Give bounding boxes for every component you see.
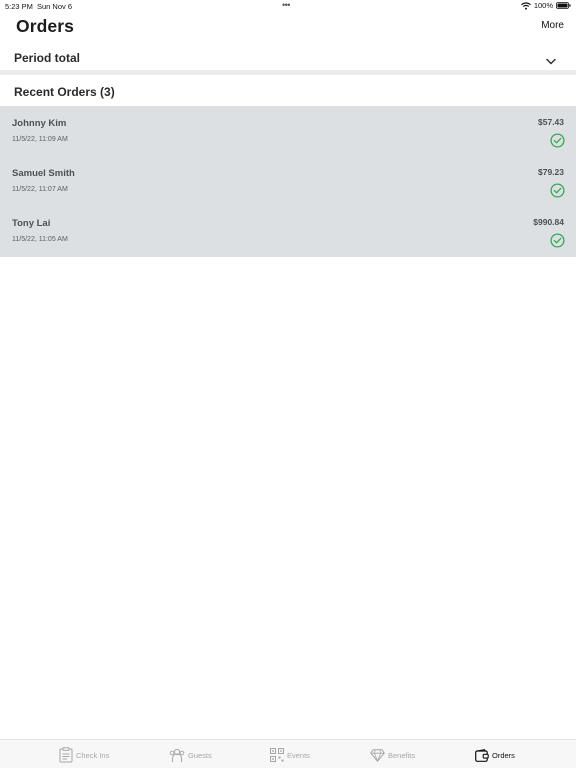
multitasking-dots-icon[interactable]: ••• bbox=[282, 0, 290, 10]
section-divider bbox=[0, 70, 576, 75]
order-customer-name: Tony Lai bbox=[12, 218, 51, 229]
orders-screen: 5:23 PM Sun Nov 6 ••• 100% Orders More P… bbox=[0, 0, 576, 768]
order-amount: $79.23 bbox=[538, 167, 564, 177]
battery-percent: 100% bbox=[533, 1, 553, 10]
order-row[interactable]: Samuel Smith 11/5/22, 11:07 AM $79.23 bbox=[0, 156, 576, 206]
order-customer-name: Johnny Kim bbox=[12, 118, 67, 129]
period-total-toggle[interactable]: Period total bbox=[0, 48, 576, 70]
tab-bar: Check Ins Guests Events Benefits Orders bbox=[0, 739, 576, 768]
status-indicators: 100% bbox=[520, 1, 571, 10]
guests-icon bbox=[169, 747, 185, 763]
tab-benefits[interactable]: Benefits bbox=[370, 746, 415, 764]
diamond-icon bbox=[370, 748, 385, 762]
order-amount: $57.43 bbox=[538, 117, 564, 127]
order-date: 11/5/22, 11:07 AM bbox=[12, 186, 68, 193]
check-circle-icon bbox=[550, 183, 565, 203]
check-circle-icon bbox=[550, 133, 565, 153]
orders-list: Johnny Kim 11/5/22, 11:09 AM $57.43 Samu… bbox=[0, 106, 576, 257]
order-date: 11/5/22, 11:09 AM bbox=[12, 136, 68, 143]
page-title: Orders bbox=[16, 16, 74, 36]
tab-label: Benefits bbox=[388, 750, 416, 760]
order-row[interactable]: Johnny Kim 11/5/22, 11:09 AM $57.43 bbox=[0, 106, 576, 156]
wallet-icon bbox=[475, 748, 489, 762]
order-row[interactable]: Tony Lai 11/5/22, 11:05 AM $990.84 bbox=[0, 206, 576, 256]
battery-icon bbox=[556, 2, 571, 9]
tab-check-ins[interactable]: Check Ins bbox=[59, 746, 109, 764]
check-circle-icon bbox=[550, 233, 565, 253]
chevron-down-icon[interactable] bbox=[546, 52, 556, 70]
status-bar: 5:23 PM Sun Nov 6 ••• 100% bbox=[0, 0, 576, 12]
tab-label: Guests bbox=[188, 750, 212, 760]
period-total-label: Period total bbox=[14, 51, 81, 65]
order-customer-name: Samuel Smith bbox=[12, 168, 75, 179]
tab-orders[interactable]: Orders bbox=[475, 746, 515, 764]
order-amount: $990.84 bbox=[533, 217, 564, 227]
qr-code-icon bbox=[270, 748, 284, 762]
status-date: Sun Nov 6 bbox=[37, 2, 73, 11]
order-date: 11/5/22, 11:05 AM bbox=[12, 236, 68, 243]
tab-label: Check Ins bbox=[76, 750, 110, 760]
status-time: 5:23 PM bbox=[5, 2, 33, 11]
tab-label: Events bbox=[287, 750, 310, 760]
more-button[interactable]: More bbox=[541, 20, 564, 31]
tab-guests[interactable]: Guests bbox=[169, 746, 212, 764]
clipboard-icon bbox=[59, 747, 73, 763]
wifi-icon bbox=[520, 1, 531, 10]
tab-events[interactable]: Events bbox=[270, 746, 310, 764]
recent-orders-heading: Recent Orders (3) bbox=[14, 85, 115, 99]
tab-label: Orders bbox=[492, 750, 515, 760]
